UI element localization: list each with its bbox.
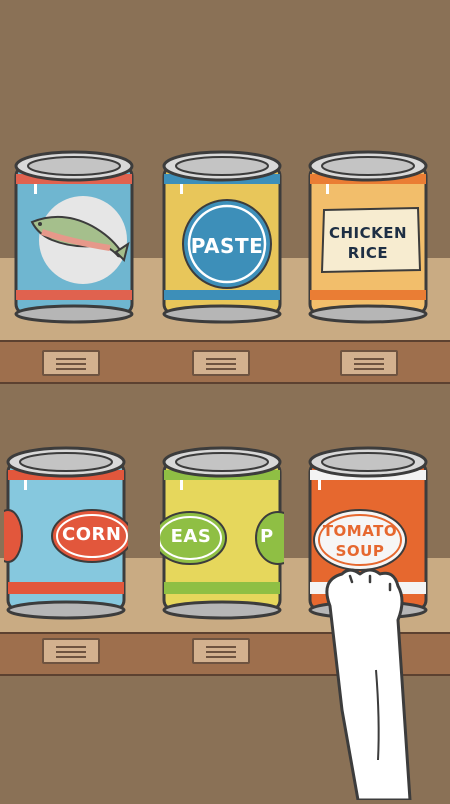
chicken-rice-can[interactable]: CHICKEN RICE [306,148,430,324]
fish-can[interactable] [12,148,136,324]
paste-can[interactable]: PASTE [160,148,284,324]
cat-paw[interactable] [306,560,426,804]
price-tag-3 [340,350,398,376]
price-tag-2 [192,350,250,376]
price-tag-1 [42,350,100,376]
corn-can[interactable]: CORN [4,444,128,620]
price-tag-4 [42,638,100,664]
game-scene: PASTE CHICKEN RICE CORN EAS P TOMATO SOU… [0,0,450,802]
price-tag-5 [192,638,250,664]
peas-can[interactable]: EAS P [160,444,284,620]
